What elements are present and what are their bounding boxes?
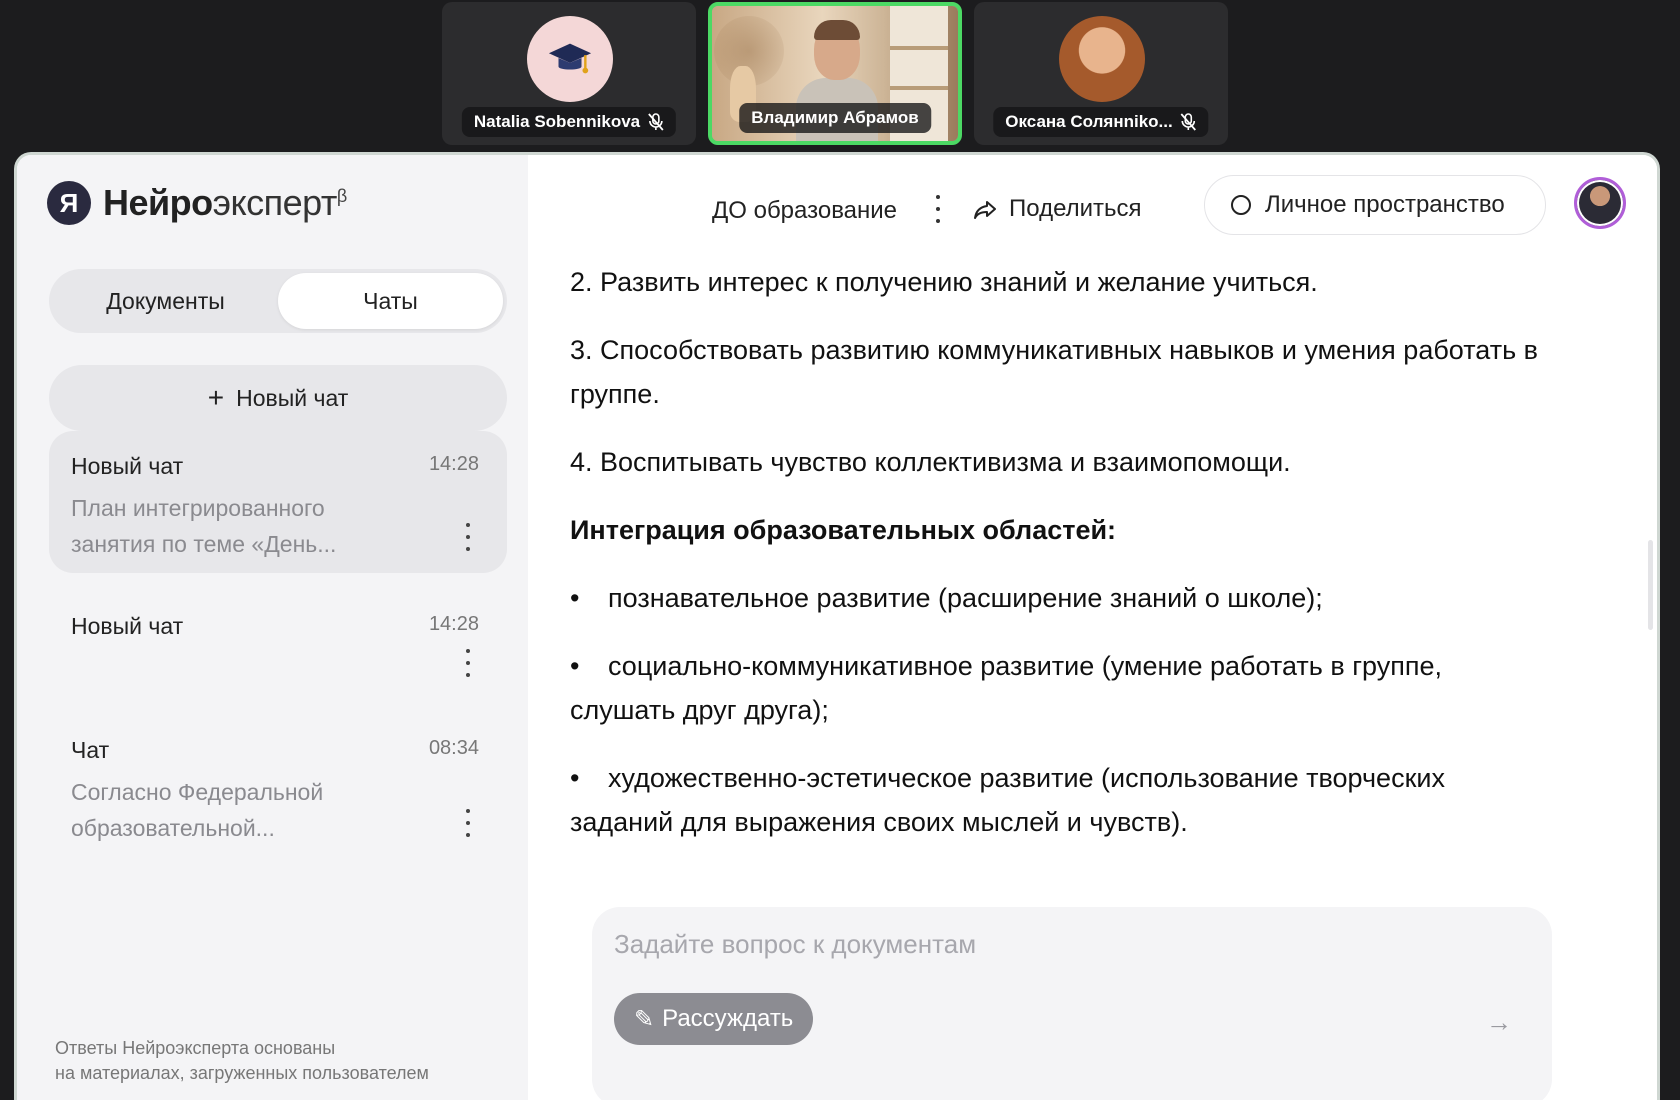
beta-badge: β	[336, 186, 347, 206]
chat-title: Новый чат	[71, 453, 184, 479]
participant-name: Natalia Sobennikova	[473, 112, 641, 131]
chat-preview: Согласно Федеральной образовательной...	[71, 779, 324, 841]
project-name[interactable]: ДО образование	[712, 197, 897, 225]
project-menu-icon[interactable]	[933, 195, 943, 223]
yandex-logo-icon: Я	[47, 181, 91, 225]
participant-name-plate: Владимир Абрамов	[739, 103, 931, 133]
tab-chats[interactable]: Чаты	[278, 273, 503, 329]
send-arrow-icon[interactable]: →	[1476, 999, 1522, 1045]
plus-icon: +	[207, 382, 225, 413]
disclaimer-line: на материалах, загруженных пользователем	[55, 1063, 429, 1083]
sparkle-icon: ✎	[634, 1005, 655, 1033]
participant-name: Оксана Солянniko...	[1005, 112, 1173, 131]
integration-bullet: познавательное развитие (расширение знан…	[570, 576, 1540, 620]
chat-menu-icon[interactable]	[463, 523, 473, 551]
graduation-cap-icon	[548, 43, 592, 74]
goal-item: 2. Развить интерес к получению знаний и …	[570, 267, 1318, 297]
chat-list-item[interactable]: Новый чат 14:28 План интегрированного за…	[49, 431, 507, 573]
goal-item: 4. Воспитывать чувство коллективизма и в…	[570, 447, 1291, 477]
chat-menu-icon[interactable]	[463, 649, 473, 677]
brand-name-light: эксперт	[212, 182, 338, 223]
mic-off-icon	[1181, 113, 1197, 131]
chat-list-item[interactable]: Новый чат 14:28	[49, 591, 507, 701]
assistant-message: 2. Развить интерес к получению знаний и …	[570, 260, 1540, 868]
composer: ✎ Рассуждать →	[592, 907, 1552, 1100]
participant-name-plate: Natalia Sobennikova	[461, 107, 677, 137]
neuroexpert-app-window: Я Нейроэкспертβ Документы Чаты + Новый ч…	[17, 155, 1657, 1100]
disclaimer-line: Ответы Нейроэксперта основаны	[55, 1038, 336, 1058]
reason-button[interactable]: ✎ Рассуждать	[614, 993, 814, 1045]
chat-main: ДО образование Поделиться Личное простра…	[528, 155, 1657, 1100]
chat-preview: План интегрированного занятия по теме «Д…	[71, 495, 337, 557]
mic-off-icon	[648, 113, 664, 131]
brand-name-bold: Нейро	[103, 182, 213, 223]
chat-time: 14:28	[428, 613, 479, 635]
brand[interactable]: Я Нейроэкспертβ	[47, 181, 347, 225]
participant-name-plate: Оксана Солянniko...	[993, 107, 1209, 137]
share-icon	[974, 201, 996, 219]
chat-time: 08:34	[428, 737, 479, 759]
content-fade	[528, 845, 1657, 905]
reason-label: Рассуждать	[662, 1005, 794, 1032]
share-label: Поделиться	[1009, 195, 1142, 222]
participant-avatar	[527, 16, 613, 102]
video-call-strip: Natalia Sobennikova Владимир Абрамов Окс…	[0, 0, 1680, 155]
integration-bullet: социально-коммуникативное развитие (умен…	[570, 644, 1540, 732]
chat-list-item[interactable]: Чат 08:34 Согласно Федеральной образоват…	[49, 715, 507, 845]
participant-avatar	[1059, 16, 1145, 102]
participant-tile-vladimir[interactable]: Владимир Абрамов	[708, 2, 962, 145]
top-bar: ДО образование Поделиться Личное простра…	[528, 175, 1657, 243]
new-chat-button[interactable]: + Новый чат	[49, 365, 507, 431]
integration-heading: Интеграция образовательных областей:	[570, 515, 1117, 545]
personal-space-button[interactable]: Личное пространство	[1204, 175, 1546, 235]
disclaimer-text: Ответы Нейроэксперта основаны на материа…	[55, 1036, 495, 1086]
scrollbar[interactable]	[1648, 540, 1653, 630]
goal-item: 3. Способствовать развитию коммуникативн…	[570, 335, 1538, 409]
share-button[interactable]: Поделиться	[973, 189, 1142, 229]
question-input[interactable]	[614, 929, 1474, 960]
chat-menu-icon[interactable]	[463, 809, 473, 837]
new-chat-label: Новый чат	[236, 384, 349, 411]
sidebar: Я Нейроэкспертβ Документы Чаты + Новый ч…	[17, 155, 528, 1100]
participant-name: Владимир Абрамов	[751, 108, 919, 127]
personal-space-label: Личное пространство	[1265, 191, 1505, 218]
user-avatar[interactable]	[1574, 177, 1626, 229]
tab-documents[interactable]: Документы	[53, 273, 278, 329]
brand-name: Нейроэкспертβ	[103, 182, 347, 224]
integration-bullet: художественно-эстетическое развитие (исп…	[570, 756, 1540, 844]
sidebar-tab-switch: Документы Чаты	[49, 269, 507, 333]
chat-title: Новый чат	[71, 613, 184, 639]
chat-time: 14:28	[428, 453, 479, 475]
participant-tile-oksana[interactable]: Оксана Солянniko...	[974, 2, 1228, 145]
participant-tile-natalia[interactable]: Natalia Sobennikova	[442, 2, 696, 145]
chat-title: Чат	[71, 737, 110, 763]
circle-icon	[1231, 195, 1251, 215]
